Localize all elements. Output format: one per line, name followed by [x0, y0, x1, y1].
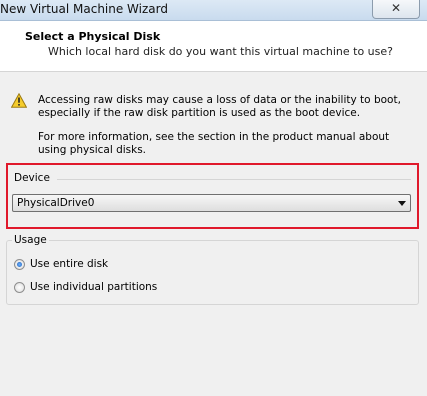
- close-button[interactable]: ✕: [372, 0, 420, 19]
- radio-use-individual-partitions[interactable]: [14, 282, 25, 293]
- page-subtitle: Which local hard disk do you want this v…: [48, 45, 393, 58]
- device-separator: [57, 179, 411, 180]
- usage-label: Usage: [12, 234, 49, 246]
- page-title: Select a Physical Disk: [25, 30, 161, 43]
- close-icon: ✕: [390, 1, 402, 15]
- warning-text: Accessing raw disks may cause a loss of …: [38, 94, 401, 119]
- window-title: New Virtual Machine Wizard: [0, 2, 168, 16]
- chevron-down-icon[interactable]: [398, 201, 406, 206]
- radio-label-entire-disk[interactable]: Use entire disk: [30, 258, 108, 270]
- wizard-header: Select a Physical Disk Which local hard …: [0, 21, 427, 72]
- radio-selected-dot: [17, 262, 22, 267]
- warning-icon: [11, 93, 27, 108]
- info-text: For more information, see the section in…: [38, 131, 390, 156]
- radio-label-individual-partitions[interactable]: Use individual partitions: [30, 281, 157, 293]
- usage-group: [6, 240, 419, 305]
- device-select[interactable]: PhysicalDrive0: [12, 194, 411, 212]
- title-bar: New Virtual Machine Wizard ✕: [0, 0, 427, 21]
- device-select-value: PhysicalDrive0: [17, 197, 95, 209]
- radio-use-entire-disk[interactable]: [14, 259, 25, 270]
- device-label: Device: [14, 172, 50, 184]
